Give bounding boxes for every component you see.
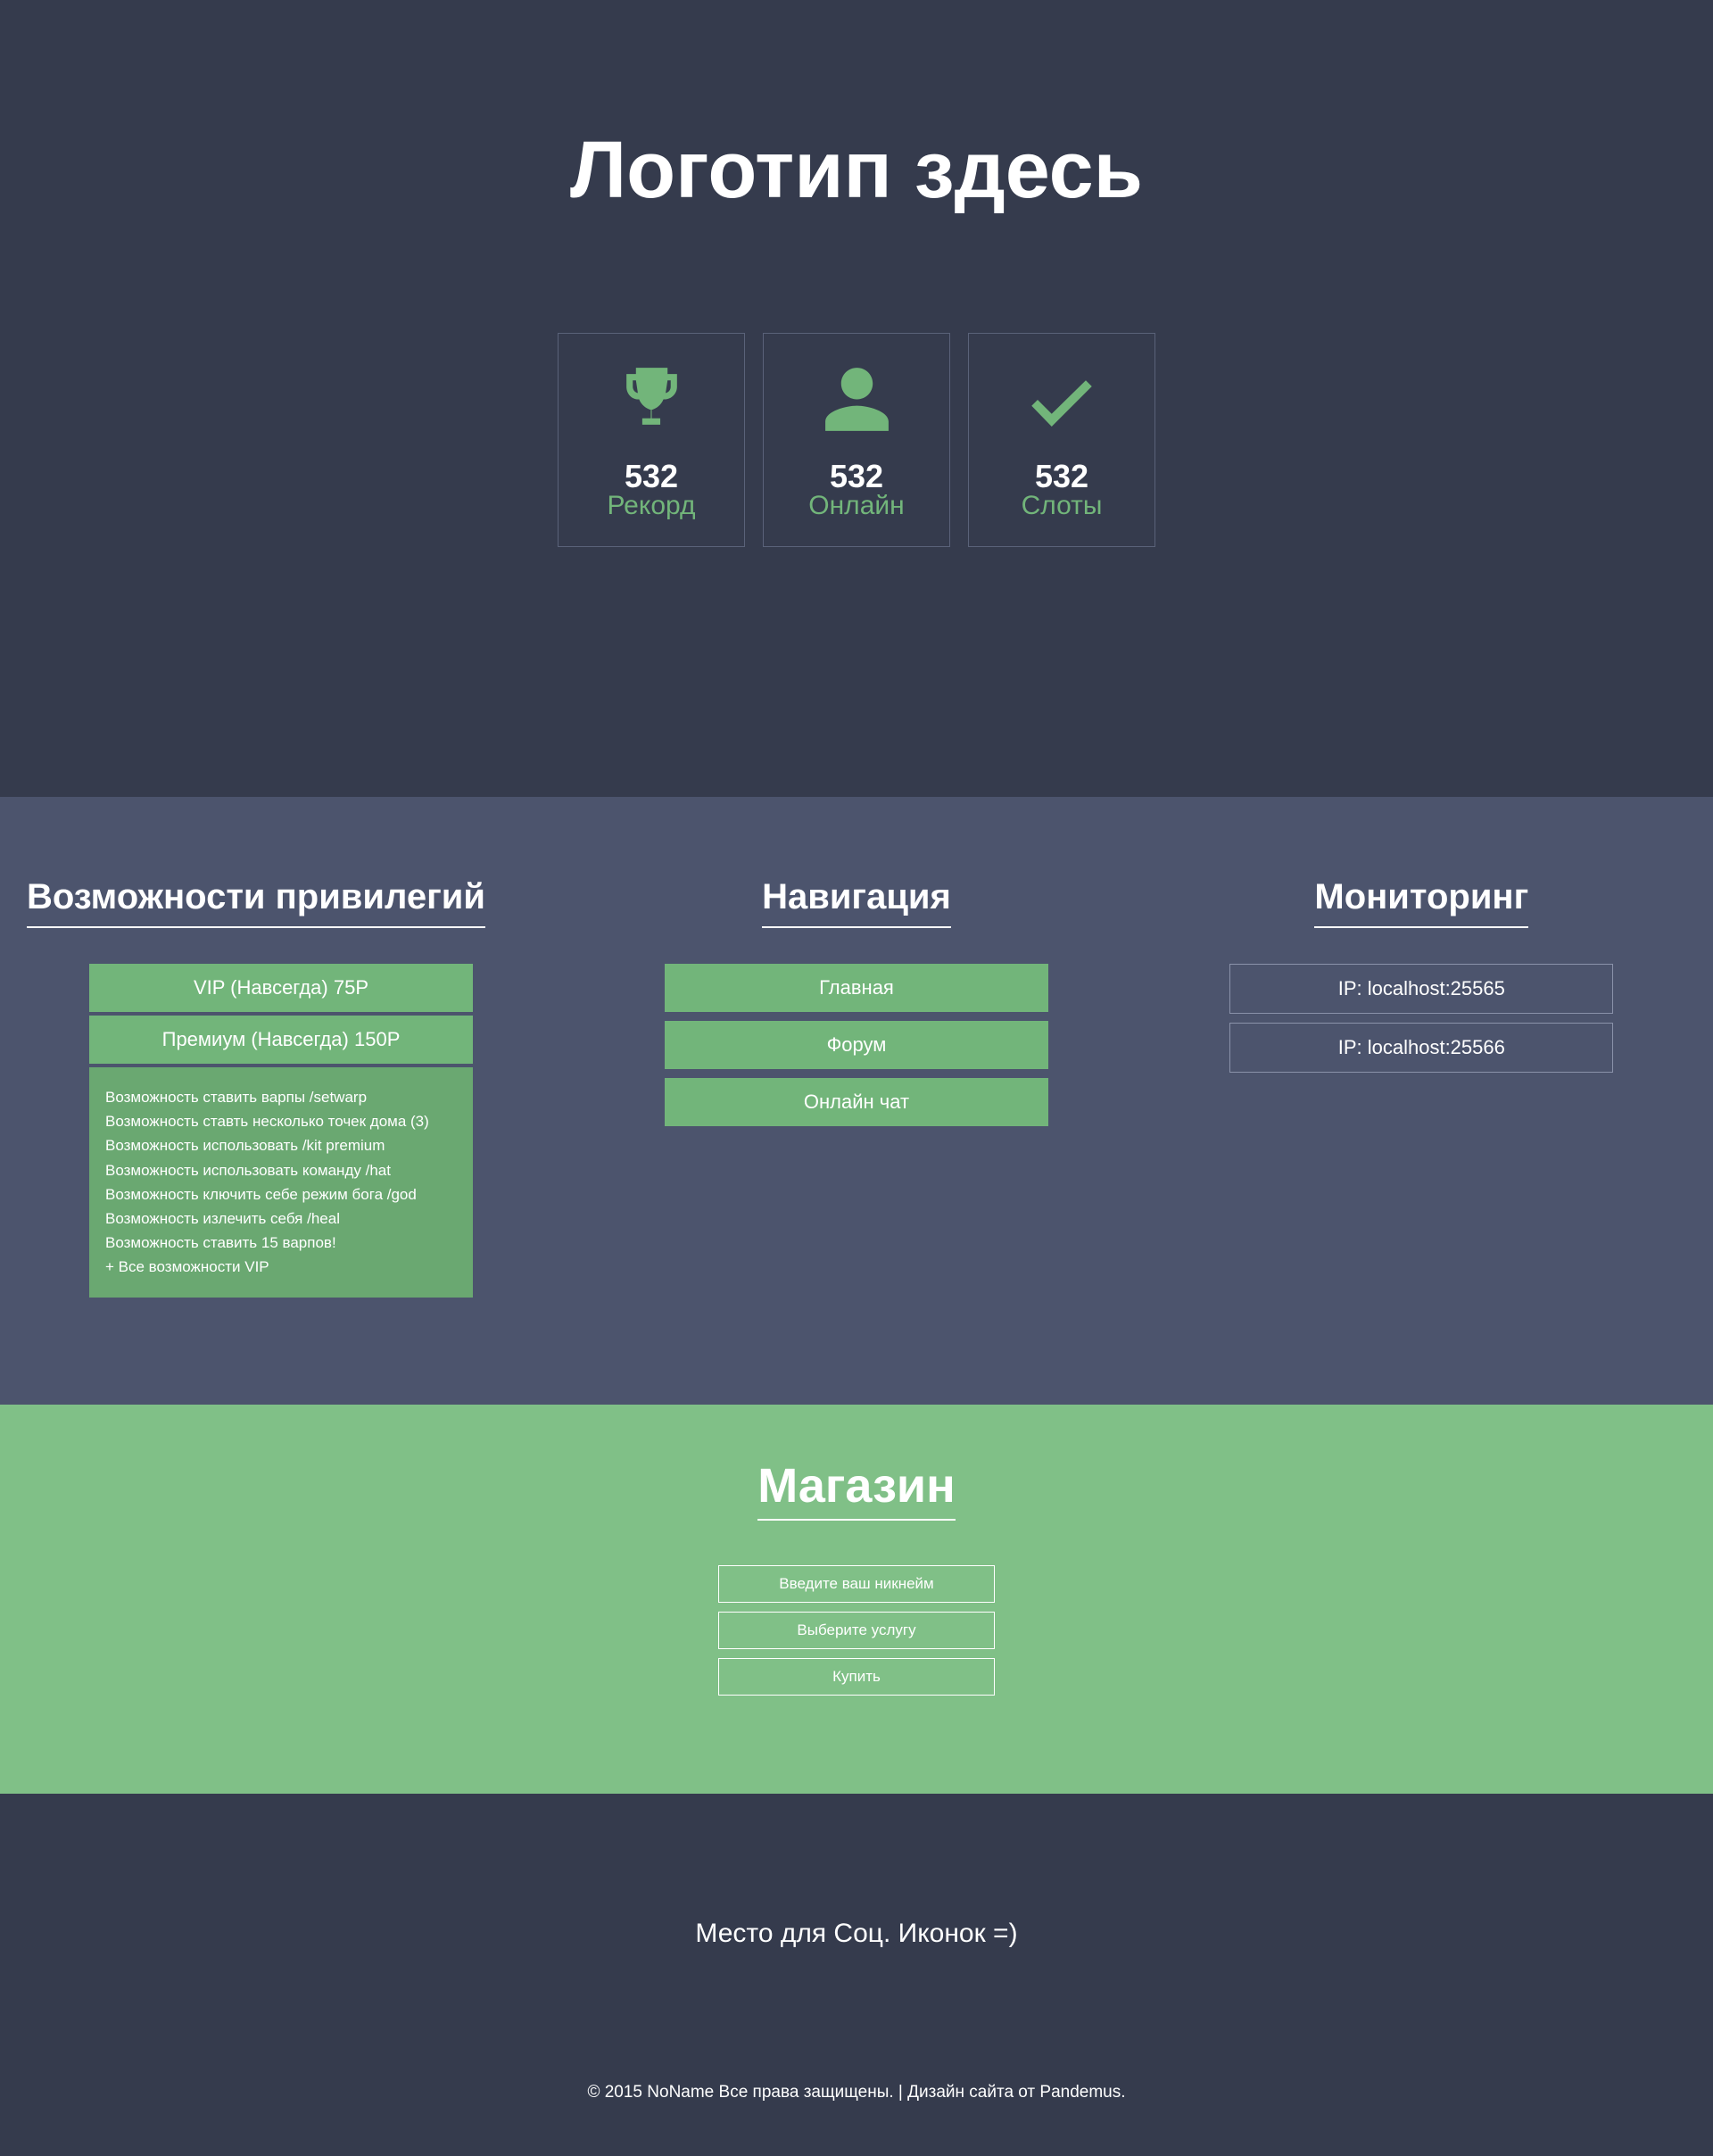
stat-label: Рекорд — [607, 491, 695, 521]
monitoring-list: IP: localhost:25565 IP: localhost:25566 — [1157, 964, 1686, 1073]
navigation-title: Навигация — [762, 877, 951, 928]
stat-label: Слоты — [1022, 491, 1103, 521]
feature-line: + Все возможности VIP — [105, 1255, 457, 1279]
stat-label: Онлайн — [808, 491, 904, 521]
feature-line: Возможность использовать /kit premium — [105, 1133, 457, 1157]
privilege-features: Возможность ставить варпы /setwarp Возмо… — [89, 1067, 473, 1298]
social-placeholder: Место для Соц. Иконок =) — [0, 1919, 1713, 1949]
stat-slots: 532 Слоты — [968, 333, 1155, 547]
privilege-tab-premium[interactable]: Премиум (Навсегда) 150Р — [89, 1016, 473, 1064]
shop-form: Купить — [0, 1565, 1713, 1696]
stats-row: 532 Рекорд 532 Онлайн 532 Слоты — [0, 333, 1713, 547]
feature-line: Возможность излечить себя /heal — [105, 1207, 457, 1231]
privilege-tab-vip[interactable]: VIP (Навсегда) 75Р — [89, 964, 473, 1012]
navigation-column: Навигация Главная Форум Онлайн чат — [592, 877, 1121, 1298]
stat-number: 532 — [625, 458, 678, 495]
monitoring-column: Мониторинг IP: localhost:25565 IP: local… — [1157, 877, 1686, 1298]
copyright: © 2015 NoName Все права защищены. | Диза… — [0, 2083, 1713, 2102]
service-select[interactable] — [718, 1612, 995, 1649]
user-icon — [816, 360, 897, 440]
buy-button[interactable]: Купить — [718, 1658, 995, 1696]
nav-home[interactable]: Главная — [665, 964, 1048, 1012]
hero-section: Логотип здесь 532 Рекорд 532 Онлайн 532 … — [0, 0, 1713, 797]
stat-record: 532 Рекорд — [558, 333, 745, 547]
trophy-icon — [611, 360, 691, 440]
monitoring-title: Мониторинг — [1314, 877, 1528, 928]
feature-line: Возможность ставить 15 варпов! — [105, 1231, 457, 1255]
shop-title: Магазин — [757, 1458, 956, 1521]
shop-section: Магазин Купить — [0, 1405, 1713, 1794]
logo-title: Логотип здесь — [0, 125, 1713, 217]
feature-line: Возможность использовать команду /hat — [105, 1158, 457, 1182]
feature-line: Возможность ставть несколько точек дома … — [105, 1109, 457, 1133]
server-item[interactable]: IP: localhost:25565 — [1229, 964, 1613, 1014]
privilege-box: VIP (Навсегда) 75Р Премиум (Навсегда) 15… — [89, 964, 473, 1298]
server-item[interactable]: IP: localhost:25566 — [1229, 1023, 1613, 1073]
nav-chat[interactable]: Онлайн чат — [665, 1078, 1048, 1126]
middle-section: Возможности привилегий VIP (Навсегда) 75… — [0, 797, 1713, 1405]
stat-online: 532 Онлайн — [763, 333, 950, 547]
feature-line: Возможность ключить себе режим бога /god — [105, 1182, 457, 1207]
stat-number: 532 — [1035, 458, 1088, 495]
feature-line: Возможность ставить варпы /setwarp — [105, 1085, 457, 1109]
nickname-input[interactable] — [718, 1565, 995, 1603]
nav-buttons: Главная Форум Онлайн чат — [592, 964, 1121, 1126]
privileges-title: Возможности привилегий — [27, 877, 485, 928]
privileges-column: Возможности привилегий VIP (Навсегда) 75… — [27, 877, 556, 1298]
footer: Место для Соц. Иконок =) © 2015 NoName В… — [0, 1794, 1713, 2156]
stat-number: 532 — [830, 458, 883, 495]
check-icon — [1022, 360, 1102, 440]
nav-forum[interactable]: Форум — [665, 1021, 1048, 1069]
